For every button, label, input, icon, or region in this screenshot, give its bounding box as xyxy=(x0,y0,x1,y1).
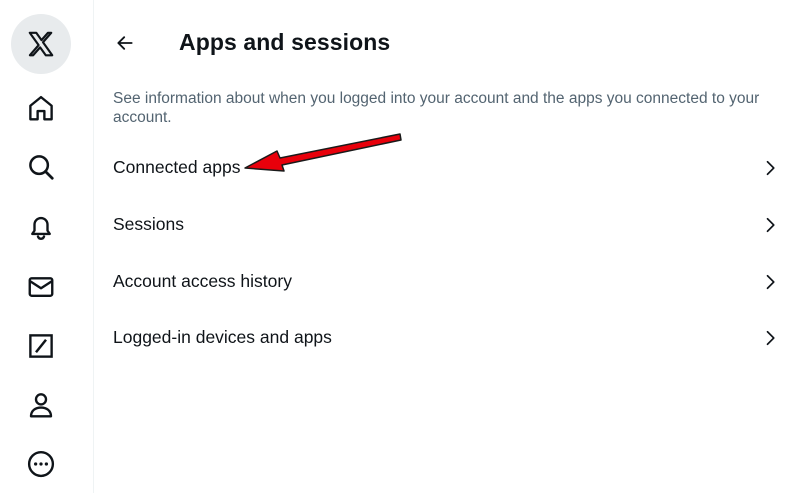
messages-envelope-icon xyxy=(28,277,54,297)
x-logo-button[interactable] xyxy=(11,14,71,74)
menu-item-label: Connected apps xyxy=(113,157,241,177)
chevron-right-icon xyxy=(766,274,775,289)
back-button[interactable] xyxy=(107,25,143,61)
menu-item-sessions[interactable]: Sessions xyxy=(95,196,802,253)
menu-item-label: Sessions xyxy=(113,214,185,234)
menu-item-account-access-history[interactable]: Account access history xyxy=(95,253,802,310)
home-icon xyxy=(29,95,53,121)
page-header: Apps and sessions xyxy=(95,0,802,86)
page-description: See information about when you logged in… xyxy=(113,90,760,126)
more-button[interactable] xyxy=(11,434,71,493)
chevron-right-icon xyxy=(766,160,775,175)
menu-item-connected-apps[interactable]: Connected apps xyxy=(95,139,802,196)
main-content: Apps and sessions See information about … xyxy=(95,0,802,493)
menu-item-label: Logged-in devices and apps xyxy=(113,327,332,347)
page-title: Apps and sessions xyxy=(179,29,391,55)
menu-item-label: Account access history xyxy=(113,271,292,291)
chevron-right-icon xyxy=(766,330,775,345)
notifications-bell-icon xyxy=(31,216,51,240)
profile-button[interactable] xyxy=(11,375,71,435)
chevron-right-icon xyxy=(766,217,775,232)
notifications-button[interactable] xyxy=(11,197,71,257)
messages-button[interactable] xyxy=(11,257,71,317)
menu-item-logged-in-devices[interactable]: Logged-in devices and apps xyxy=(95,309,802,366)
grok-slash-icon xyxy=(29,334,53,358)
search-button[interactable] xyxy=(11,137,71,197)
x-logo-icon xyxy=(28,31,54,57)
more-options-icon xyxy=(27,450,55,478)
search-icon xyxy=(29,155,54,180)
profile-person-icon xyxy=(29,393,53,418)
home-button[interactable] xyxy=(11,78,71,138)
arrow-left-icon xyxy=(117,36,133,50)
grok-button[interactable] xyxy=(11,316,71,376)
sidebar-nav xyxy=(0,0,94,493)
